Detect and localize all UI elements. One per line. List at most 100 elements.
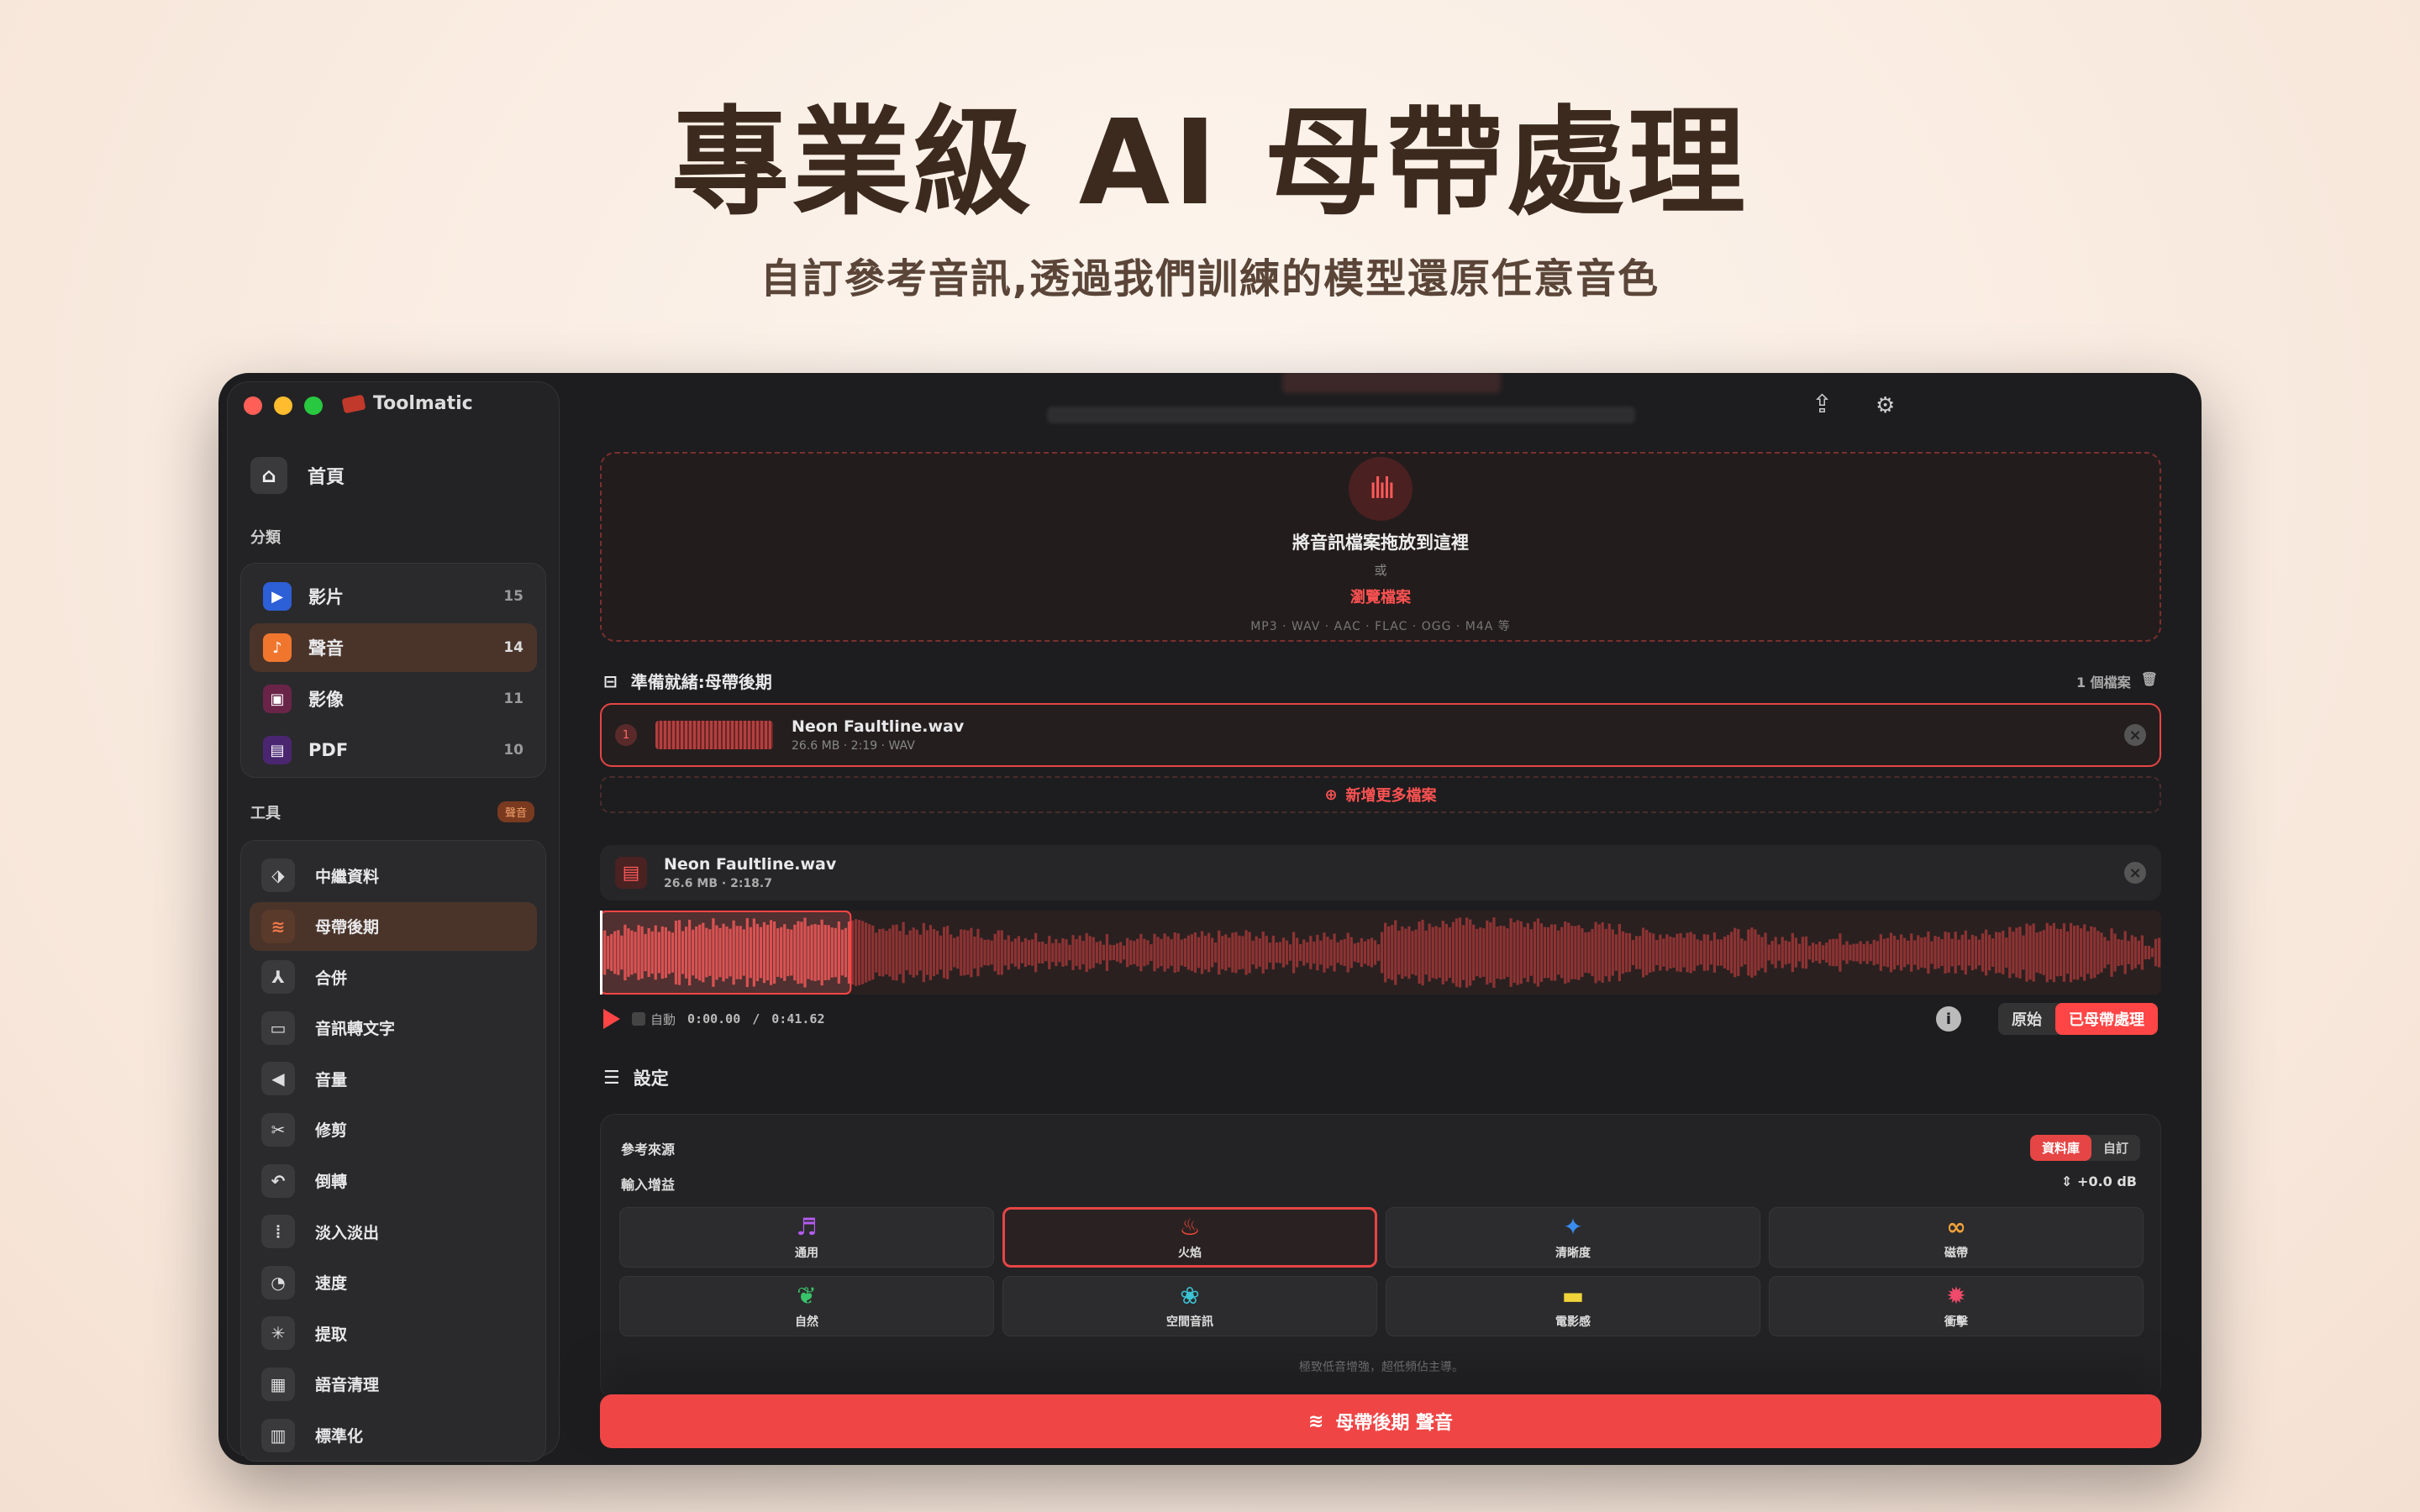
sidebar-item-trim[interactable]: ✂ 修剪 <box>250 1105 537 1154</box>
waveform-bar <box>2117 939 2120 966</box>
player-file-meta: 26.6 MB · 2:18.7 <box>664 877 772 890</box>
minimize-window-button[interactable] <box>274 396 292 415</box>
sidebar-item-transcribe[interactable]: ▭ 音訊轉文字 <box>250 1004 537 1053</box>
share-icon[interactable]: ⇪ <box>1812 390 1833 419</box>
sidebar-item-reverse[interactable]: ↶ 倒轉 <box>250 1157 537 1205</box>
waveform-bar <box>1203 935 1207 970</box>
sidebar-item-audio[interactable]: ♪ 聲音 14 <box>250 623 537 672</box>
waveform-bar <box>970 927 973 978</box>
sidebar-item-speed[interactable]: ◔ 速度 <box>250 1258 537 1307</box>
waveform-bar <box>1920 937 1923 968</box>
waveform-bar <box>1797 943 1802 962</box>
preset-label: 火焰 <box>1178 1247 1202 1260</box>
original-toggle-button[interactable]: 原始 <box>1998 1003 2055 1035</box>
waveform-bar <box>1744 940 1747 965</box>
sidebar-item-normalize[interactable]: ▥ 標準化 <box>250 1411 537 1460</box>
play-icon[interactable] <box>603 1009 620 1029</box>
waveform-bar <box>1401 926 1404 979</box>
auto-checkbox[interactable] <box>632 1012 645 1026</box>
app-window: Toolmatic ⌂ 首頁 分類 ▶ 影片 15 ♪ 聲音 14 ▣ 影像 1… <box>218 373 2202 1465</box>
waveform-bar <box>2107 940 2110 965</box>
remove-file-button[interactable]: × <box>2124 724 2146 746</box>
tool-label: 標準化 <box>315 1427 364 1446</box>
file-list-item[interactable]: 1 Neon Faultline.wav 26.6 MB · 2:19 · WA… <box>600 703 2161 767</box>
sidebar-item-metadata[interactable]: ⬗ 中繼資料 <box>250 851 537 900</box>
waveform-bar <box>1221 936 1224 969</box>
waveform-bar <box>932 928 936 977</box>
preset-card[interactable]: ▬ 電影感 <box>1386 1276 1760 1336</box>
preset-card[interactable]: ♬ 通用 <box>619 1207 994 1268</box>
film-strip-icon: ▬ <box>1561 1282 1585 1310</box>
waveform-bar <box>1139 933 1143 972</box>
sidebar: Toolmatic ⌂ 首頁 分類 ▶ 影片 15 ♪ 聲音 14 ▣ 影像 1… <box>218 373 560 1465</box>
waveform-bar <box>1275 942 1279 963</box>
category-label: 影片 <box>308 587 344 607</box>
waveform-bar <box>1512 921 1516 984</box>
sidebar-item-pdf[interactable]: ▤ PDF 10 <box>250 726 537 774</box>
close-window-button[interactable] <box>244 396 262 415</box>
info-icon[interactable]: i <box>1936 1006 1961 1032</box>
sidebar-item-volume[interactable]: ◀ 音量 <box>250 1054 537 1103</box>
preset-card[interactable]: ❀ 空間音訊 <box>1002 1276 1377 1336</box>
sidebar-item-mastering[interactable]: ≋ 母帶後期 <box>250 901 537 951</box>
close-player-button[interactable]: × <box>2124 862 2146 884</box>
gear-icon[interactable]: ⚙ <box>1876 393 1895 418</box>
sidebar-item-home[interactable]: ⌂ 首頁 <box>250 457 345 494</box>
waveform-bar <box>1944 932 1947 974</box>
file-dropzone[interactable]: ılılı 將音訊檔案拖放到這裡 或 瀏覽檔案 MP3 · WAV · AAC … <box>600 452 2161 642</box>
waveform-bar <box>1244 930 1248 975</box>
sidebar-item-extract[interactable]: ✳ 提取 <box>250 1309 537 1357</box>
waveform-selection[interactable] <box>600 911 852 995</box>
waveform-bar <box>1964 930 1967 975</box>
waveform-bar <box>2140 935 2144 970</box>
waveform-bar <box>1170 939 1173 966</box>
waveform-bar <box>1316 934 1319 971</box>
add-more-files-button[interactable]: ⊕ 新增更多檔案 <box>600 776 2161 813</box>
waveform-bar <box>2008 927 2012 979</box>
waveform-bar <box>1699 940 1702 965</box>
speech-bubble-icon: ▭ <box>261 1011 295 1045</box>
mastered-toggle-button[interactable]: 已母帶處理 <box>2055 1003 2158 1035</box>
waveform-bar <box>1614 934 1618 971</box>
trash-icon[interactable]: 🗑 <box>2141 671 2158 691</box>
sidebar-item-video[interactable]: ▶ 影片 15 <box>250 572 537 621</box>
waveform-bar <box>2127 941 2130 964</box>
sidebar-item-merge[interactable]: ⅄ 合併 <box>250 953 537 1001</box>
waveform-bar <box>1845 941 1849 964</box>
source-option-library[interactable]: 資料庫 <box>2029 1135 2091 1161</box>
browse-files-link[interactable]: 瀏覽檔案 <box>602 585 2160 607</box>
waveform-bar <box>1597 924 1601 981</box>
master-audio-button[interactable]: ≋ 母帶後期 聲音 <box>600 1394 2161 1448</box>
waveform-bar <box>1118 942 1123 963</box>
queue-header: ⊟ 準備就緒:母帶後期 1 個檔案 🗑 <box>603 669 2158 693</box>
sidebar-item-voice-clean[interactable]: ▦ 語音清理 <box>250 1360 537 1409</box>
waveform-display[interactable] <box>600 911 2161 995</box>
preset-card[interactable]: ❦ 自然 <box>619 1276 994 1336</box>
playhead[interactable] <box>600 911 602 995</box>
input-gain-stepper[interactable]: ⇕ +0.0 dB <box>2061 1173 2137 1189</box>
waveform-bar <box>885 931 888 974</box>
preset-card[interactable]: ✹ 衝擊 <box>1769 1276 2144 1336</box>
source-option-custom[interactable]: 自訂 <box>2091 1135 2140 1161</box>
zoom-window-button[interactable] <box>304 396 323 415</box>
waveform-bar <box>1686 932 1689 973</box>
waveform-bar <box>973 936 976 969</box>
queue-label: 準備就緒:母帶後期 <box>630 672 772 692</box>
waveform-bar <box>1974 936 1978 969</box>
waveform-bar <box>1075 939 1078 966</box>
waveform-bar <box>1750 927 1754 978</box>
sidebar-item-image[interactable]: ▣ 影像 11 <box>250 675 537 723</box>
waveform-bar <box>2147 946 2151 959</box>
waveform-bar <box>2154 938 2158 967</box>
preset-card[interactable]: ✦ 清晰度 <box>1386 1207 1760 1268</box>
waveform-bar <box>1927 931 1930 974</box>
waveform-bar <box>1265 936 1268 969</box>
preset-card[interactable]: ♨ 火焰 <box>1002 1207 1377 1268</box>
hero-title: 專業級 AI 母帶處理 <box>671 95 1749 232</box>
waveform-bar <box>1088 936 1092 969</box>
preset-card[interactable]: ∞ 磁帶 <box>1769 1207 2144 1268</box>
waveform-bar <box>1937 937 1940 969</box>
waveform-bar <box>1665 934 1669 971</box>
sidebar-item-fade[interactable]: ⦙ 淡入淡出 <box>250 1207 537 1256</box>
category-count: 15 <box>503 588 523 605</box>
